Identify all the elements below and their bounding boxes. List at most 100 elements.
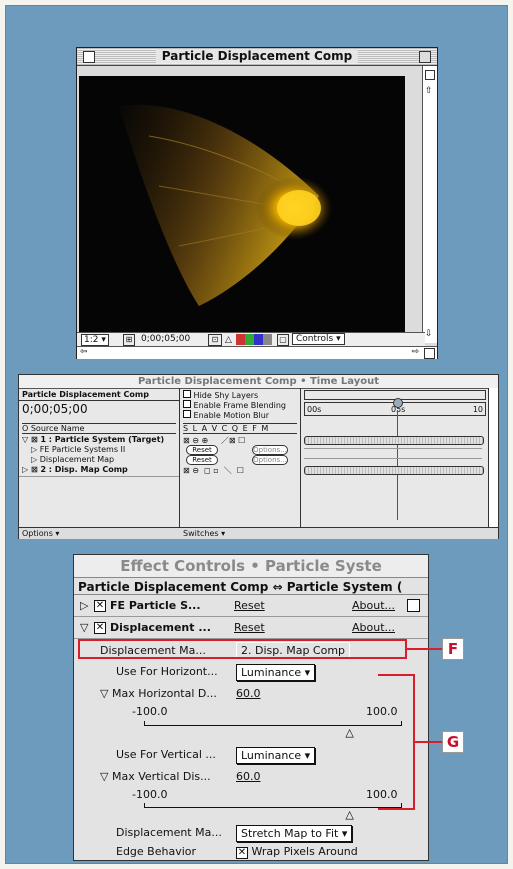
zoom-value: 1:2 bbox=[84, 335, 99, 345]
max-vertical-range-row: -100.0 100.0 bbox=[74, 784, 428, 805]
time-layout-timecode[interactable]: 0;00;05;00 bbox=[22, 402, 88, 416]
displacement-effect-row[interactable]: ▽ ✕ Displacement ... Reset About... bbox=[74, 617, 428, 639]
hide-shy-option[interactable]: Hide Shy Layers bbox=[183, 390, 258, 400]
displacement-map-behavior-value: Stretch Map to Fit bbox=[241, 827, 339, 840]
size-box-icon[interactable] bbox=[424, 348, 435, 359]
comp-vertical-scrollbar[interactable]: ⇧ ⇩ bbox=[422, 66, 437, 343]
motion-blur-option[interactable]: Enable Motion Blur bbox=[183, 410, 269, 420]
divider bbox=[19, 400, 179, 401]
layer-2-switches[interactable]: ⊠ ⊖ ◻ ▫ ＼ ☐ bbox=[183, 465, 244, 476]
switches-menu[interactable]: Switches ▾ bbox=[183, 529, 225, 538]
callout-g-bracket-bottom bbox=[378, 808, 415, 810]
collapse-arrow-icon[interactable]: ▽ bbox=[80, 617, 88, 638]
checkbox-icon[interactable] bbox=[183, 400, 191, 408]
options-menu[interactable]: Options ▾ bbox=[22, 529, 59, 538]
scroll-box-icon[interactable] bbox=[407, 599, 420, 612]
layer-effect-1-label[interactable]: ▷ FE Particle Systems II bbox=[31, 445, 125, 454]
displacement-reset-link[interactable]: Reset bbox=[234, 617, 265, 638]
scroll-thumb-icon[interactable] bbox=[425, 70, 435, 80]
wrap-pixels-label: Wrap Pixels Around bbox=[251, 845, 358, 858]
switches-label: Switches bbox=[183, 529, 219, 538]
comp-viewer[interactable] bbox=[79, 76, 405, 332]
displacement-about-link[interactable]: About... bbox=[352, 617, 395, 638]
max-vertical-slider-track[interactable] bbox=[144, 807, 402, 808]
effect-controls-comp-line: Particle Displacement Comp ⇔ Particle Sy… bbox=[74, 577, 428, 595]
expand-arrow-icon[interactable]: ▷ bbox=[80, 595, 88, 616]
edge-behavior-row: Edge Behavior ✕ Wrap Pixels Around bbox=[74, 841, 428, 860]
scroll-left-arrow-icon[interactable]: ⇦ bbox=[80, 347, 88, 357]
comp-horizontal-scrollbar[interactable]: ⇦ ⇨ bbox=[77, 346, 437, 359]
keyframe-track bbox=[304, 448, 482, 449]
frame-blending-option[interactable]: Enable Frame Blending bbox=[183, 400, 286, 410]
effect-enable-checkbox[interactable]: ✕ bbox=[94, 622, 106, 634]
callout-g-leader-line bbox=[415, 741, 442, 743]
options-label: Options bbox=[22, 529, 53, 538]
checkbox-icon[interactable] bbox=[183, 410, 191, 418]
max-vertical-min: -100.0 bbox=[132, 788, 168, 801]
ruler-end-label: 10 bbox=[472, 405, 483, 414]
use-horizontal-dropdown[interactable]: Luminance ▾ bbox=[236, 664, 316, 681]
checkbox-checked-icon[interactable]: ✕ bbox=[236, 847, 248, 859]
max-horizontal-max: 100.0 bbox=[366, 705, 398, 718]
effect-enable-checkbox[interactable]: ✕ bbox=[94, 600, 106, 612]
max-horizontal-slider-thumb[interactable]: △ bbox=[345, 726, 353, 739]
warning-icon: △ bbox=[225, 335, 232, 345]
current-time-line bbox=[397, 410, 398, 520]
channel-color-icon[interactable] bbox=[236, 334, 272, 345]
max-horizontal-slider-track[interactable] bbox=[144, 725, 402, 726]
effect-1-reset-button[interactable]: Reset bbox=[186, 445, 218, 455]
effect-2-reset-button[interactable]: Reset bbox=[186, 455, 218, 465]
effect-1-options-button[interactable]: Options... bbox=[252, 445, 288, 455]
max-vertical-slider-thumb[interactable]: △ bbox=[345, 808, 353, 821]
layer-1-label[interactable]: ▽ ⊠ 1 : Particle System (Target) bbox=[22, 435, 164, 444]
snapshot-icon[interactable]: ⊡ bbox=[208, 334, 222, 346]
layer-effect-2-label[interactable]: ▷ Displacement Map bbox=[31, 455, 114, 464]
time-layout-vertical-scrollbar[interactable] bbox=[488, 388, 498, 527]
fe-particle-about-link[interactable]: About... bbox=[352, 595, 395, 616]
time-layout-titlebar[interactable]: Particle Displacement Comp • Time Layout bbox=[19, 375, 498, 389]
ruler-start-label: 00s bbox=[307, 405, 322, 414]
particle-render-image bbox=[119, 104, 332, 306]
use-horizontal-row: Use For Horizont... Luminance ▾ bbox=[74, 661, 428, 682]
max-vertical-max: 100.0 bbox=[366, 788, 398, 801]
slider-end-tick bbox=[401, 721, 402, 726]
layer-1-duration-bar[interactable] bbox=[304, 436, 484, 445]
close-box-icon[interactable] bbox=[83, 51, 95, 63]
zoom-dropdown[interactable]: 1:2 ▾ bbox=[81, 334, 109, 346]
wrap-pixels-checkbox[interactable]: ✕ Wrap Pixels Around bbox=[236, 841, 358, 860]
effect-controls-window: Effect Controls • Particle Syste Particl… bbox=[73, 554, 429, 861]
zoom-box-icon[interactable] bbox=[419, 51, 431, 63]
callout-f-leader-line bbox=[407, 648, 442, 650]
comp-window-titlebar[interactable]: Particle Displacement Comp bbox=[77, 48, 437, 66]
use-vertical-label: Use For Vertical ... bbox=[116, 748, 216, 761]
scroll-up-arrow-icon[interactable]: ⇧ bbox=[425, 86, 433, 96]
switches-header: S L A V C Q E F M bbox=[183, 423, 297, 434]
controls-dropdown[interactable]: Controls ▾ bbox=[292, 333, 345, 345]
scroll-right-arrow-icon[interactable]: ⇨ bbox=[411, 347, 419, 357]
keyframe-track bbox=[304, 458, 482, 459]
region-of-interest-icon[interactable]: ▢ bbox=[277, 334, 289, 346]
checkbox-icon[interactable] bbox=[183, 390, 191, 398]
current-time-marker-icon[interactable] bbox=[393, 398, 403, 408]
comp-status-bar: 1:2 ▾ ⊞ 0;00;05;00 ⊡ △ ▢ Controls ▾ bbox=[77, 332, 425, 347]
fe-particle-effect-row[interactable]: ▷ ✕ FE Particle S... Reset About... bbox=[74, 595, 428, 617]
comp-window-title: Particle Displacement Comp bbox=[155, 49, 359, 63]
source-name-header[interactable]: O Source Name bbox=[22, 423, 176, 434]
use-vertical-dropdown[interactable]: Luminance ▾ bbox=[236, 747, 316, 764]
scroll-down-arrow-icon[interactable]: ⇩ bbox=[425, 329, 433, 339]
motion-blur-label: Enable Motion Blur bbox=[193, 411, 270, 420]
displacement-map-behavior-label: Displacement Ma... bbox=[116, 826, 222, 839]
displacement-map-behavior-dropdown[interactable]: Stretch Map to Fit ▾ bbox=[236, 825, 353, 842]
displacement-map-behavior-row: Displacement Ma... Stretch Map to Fit ▾ bbox=[74, 822, 428, 843]
comp-name-label: Particle Displacement Comp bbox=[22, 390, 149, 399]
layer-2-label[interactable]: ▷ ⊠ 2 : Disp. Map Comp bbox=[22, 465, 128, 474]
layer-2-name: 2 : Disp. Map Comp bbox=[40, 465, 128, 474]
effect-controls-title[interactable]: Effect Controls • Particle Syste bbox=[74, 555, 428, 577]
fe-particle-reset-link[interactable]: Reset bbox=[234, 595, 265, 616]
callout-f-label: F bbox=[442, 638, 464, 660]
safe-zones-icon[interactable]: ⊞ bbox=[123, 334, 135, 346]
page-background: Particle Displacement Comp ⇧ ⇩ 1:2 ▾ ⊞ 0… bbox=[5, 5, 508, 864]
layer-2-duration-bar[interactable] bbox=[304, 466, 484, 475]
effect-2-options-button[interactable]: Options... bbox=[252, 455, 288, 465]
timecode-display[interactable]: 0;00;05;00 bbox=[141, 334, 190, 344]
